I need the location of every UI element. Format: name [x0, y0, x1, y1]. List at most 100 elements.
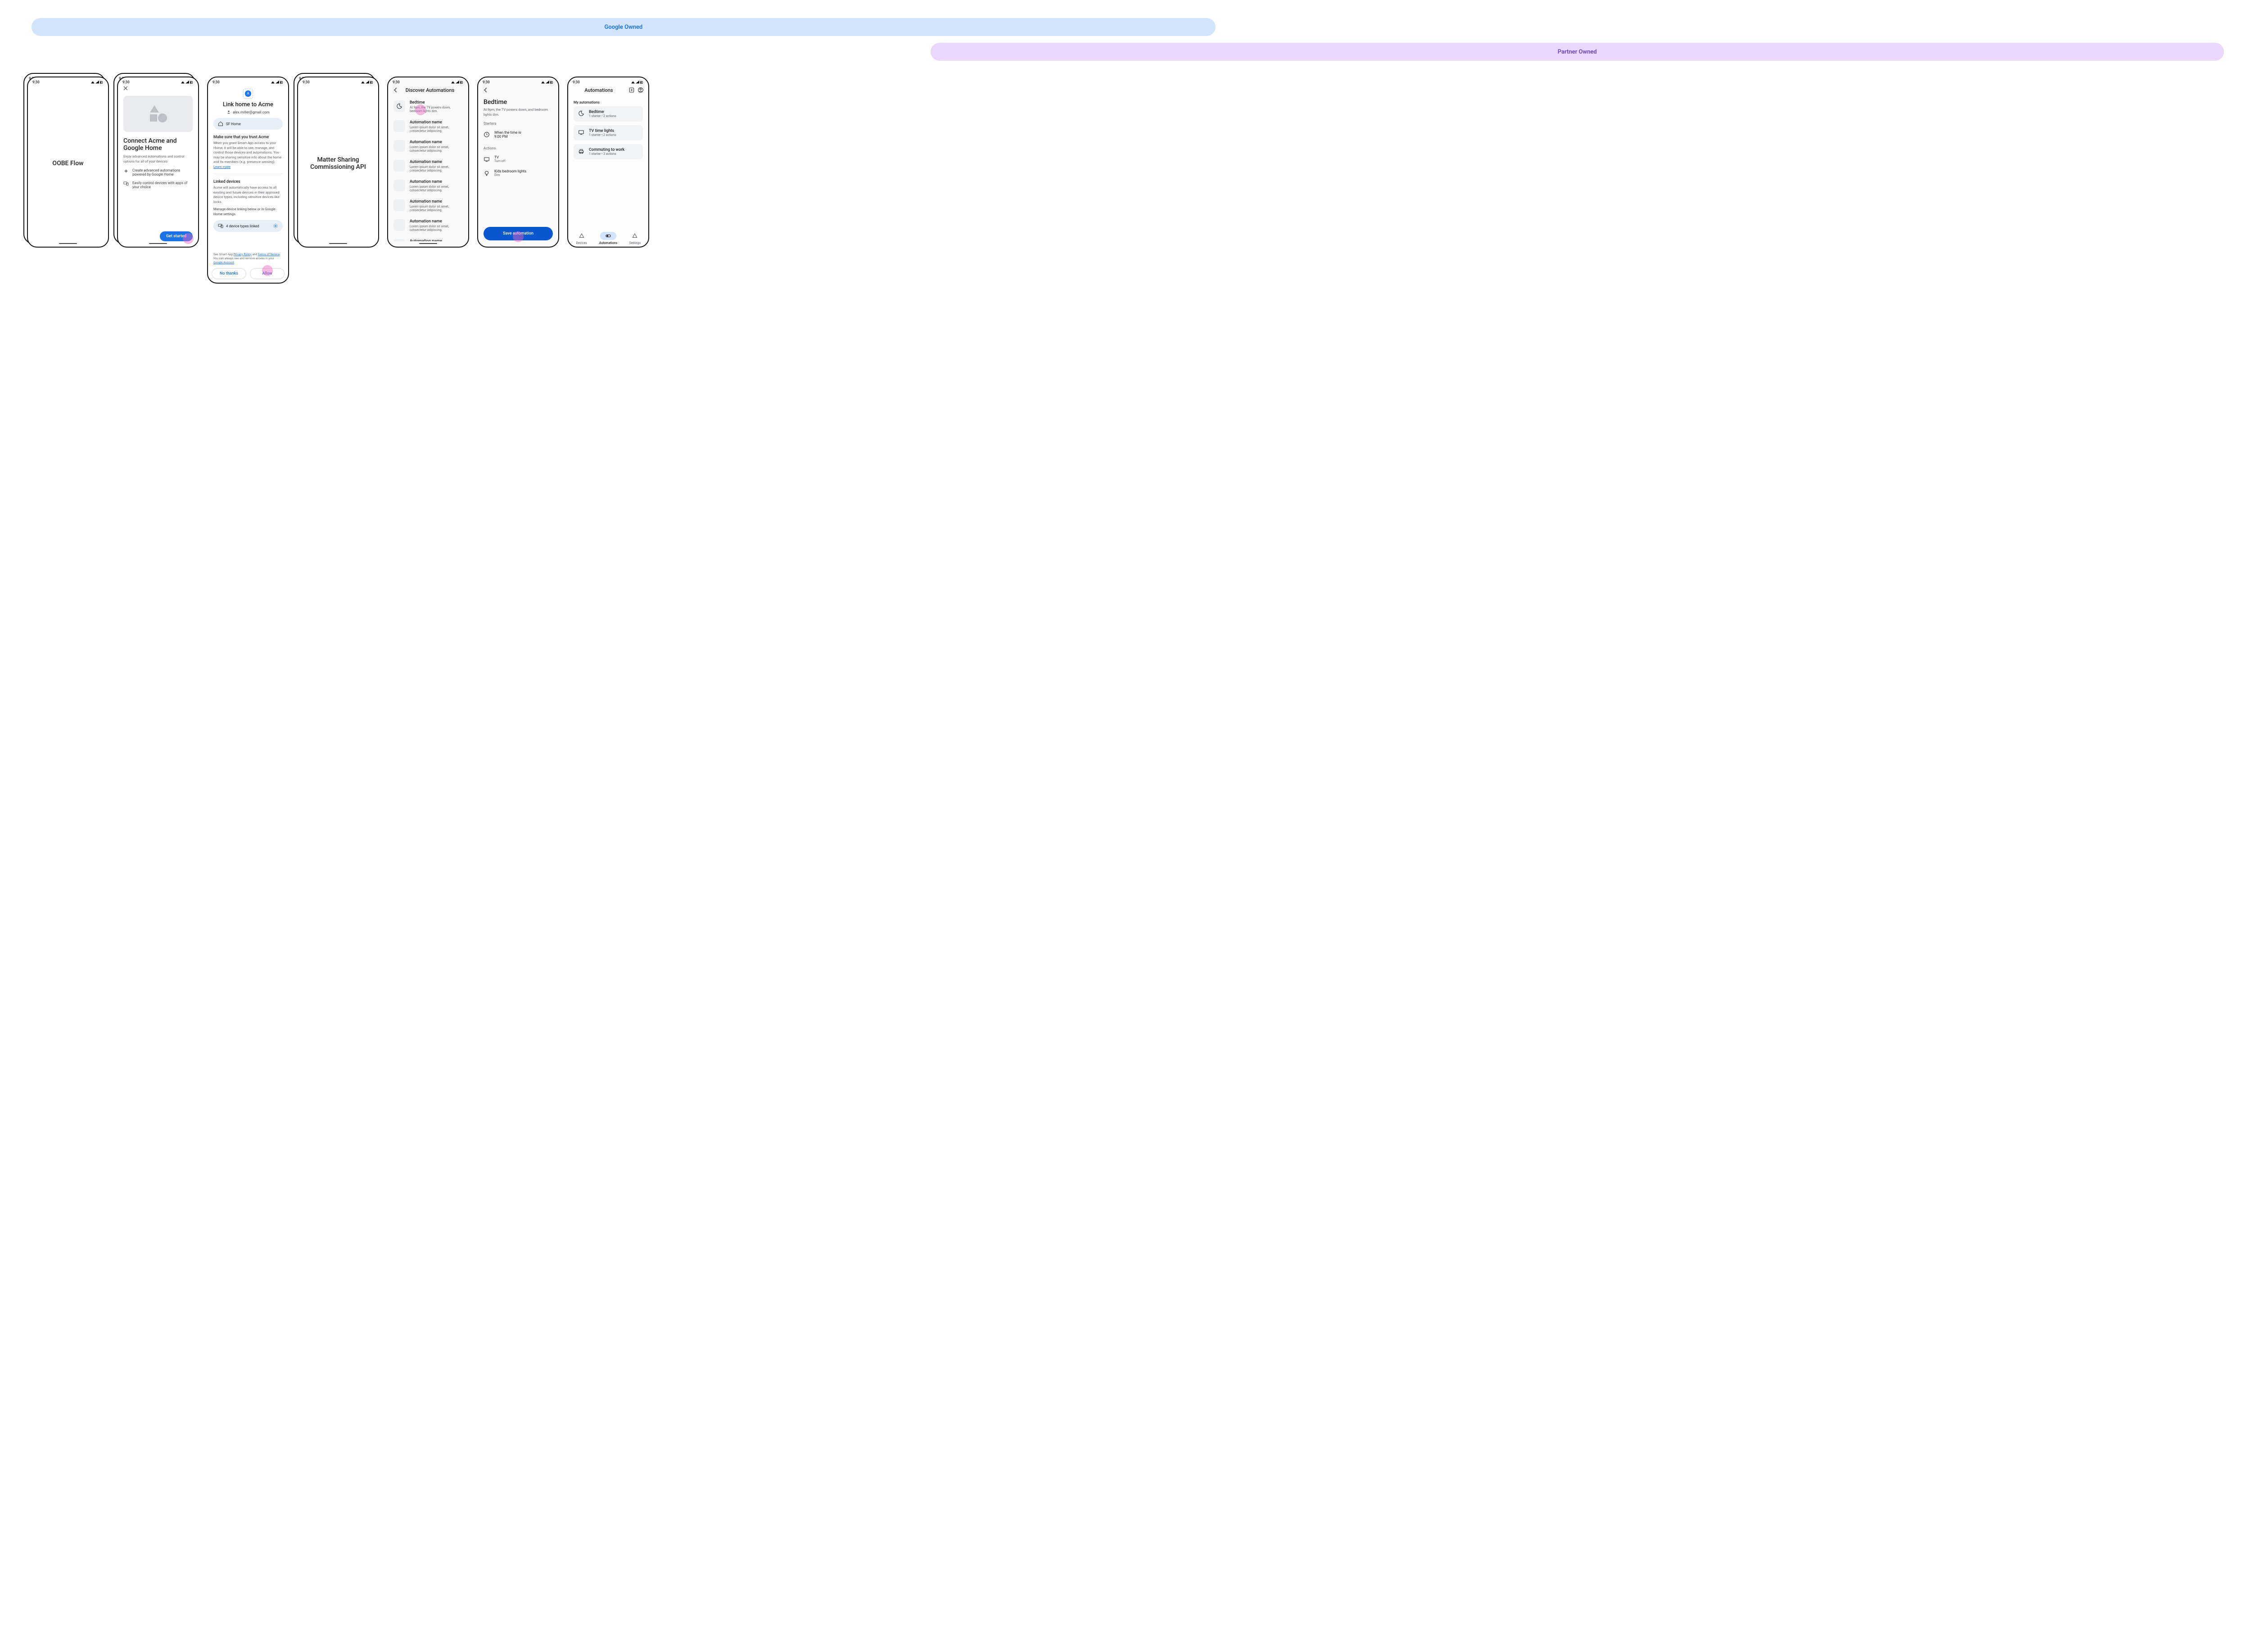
phone-link-home: 9:30 A Link home to Acme alex.miller@gma… [207, 77, 289, 284]
tap-indicator [415, 104, 426, 115]
status-time: 9:30 [393, 80, 400, 84]
status-time: 9:30 [303, 80, 310, 84]
automation-item[interactable]: Automation nameLorem ipsum dolor sit ame… [393, 216, 463, 235]
placeholder-icon [393, 239, 405, 241]
nav-handle [329, 243, 347, 244]
back-icon[interactable] [483, 87, 489, 93]
phone-discover: 9:30 Discover Automations BedtimeAt 9pm,… [387, 77, 469, 248]
status-time: 9:30 [483, 80, 490, 84]
no-thanks-button[interactable]: No thanks [212, 268, 246, 279]
google-account-link[interactable]: Google Account [213, 261, 234, 264]
my-automation-item[interactable]: Commuting to work1 starter • 3 actions [574, 144, 643, 159]
phone-automations-list: 9:30 Automations My automations Bedtime1… [567, 77, 649, 248]
linked-title: Linked devices [213, 180, 283, 184]
status-icons [361, 81, 374, 84]
tap-indicator [262, 265, 273, 276]
nav-handle [419, 243, 437, 244]
placeholder-icon [393, 180, 405, 191]
automation-item[interactable]: Automation nameLorem ipsum dolor sit ame… [393, 117, 463, 136]
tap-indicator [513, 231, 524, 242]
placeholder-icon [393, 140, 405, 152]
add-icon[interactable] [628, 87, 635, 93]
gear-icon[interactable] [273, 223, 278, 229]
starters-label: Starters [484, 122, 553, 126]
banner-partner-owned: Partner Owned [931, 43, 2224, 61]
status-time: 9:30 [122, 80, 130, 84]
oobe-title: OOBE Flow [33, 89, 103, 238]
home-selector[interactable]: SF Home [213, 118, 283, 130]
phone-stack-connect: 9:30 9:30 Connect Acme and Google Home E… [117, 77, 199, 248]
starter-time[interactable]: When the time is9:00 PM [484, 127, 553, 142]
automation-sub: At 9pm, the TV powers down, and bedroom … [484, 108, 553, 117]
placeholder-icon [393, 219, 405, 231]
my-automations-label: My automations [574, 100, 643, 104]
person-icon [226, 110, 231, 114]
tab-settings[interactable]: Settings [622, 232, 648, 245]
tos-link[interactable]: Terms of Service [258, 253, 280, 256]
phone-oobe: 9:30 OOBE Flow [27, 77, 109, 248]
tv-icon [578, 129, 584, 136]
devices-icon [218, 223, 223, 229]
clock-icon [484, 131, 490, 138]
account-row[interactable]: alex.miller@gmail.com [213, 110, 283, 114]
phone-matter: 9:30 Matter Sharing Commissioning API [297, 77, 379, 248]
heading: Link home to Acme [213, 101, 283, 108]
devices-icon [123, 181, 129, 186]
moon-icon [393, 100, 405, 112]
footnote: See Smart App Privacy Policy and Terms o… [213, 253, 283, 265]
home-icon [218, 121, 223, 126]
automation-item[interactable]: Automation nameLorem ipsum dolor sit ame… [393, 176, 463, 196]
close-icon[interactable] [123, 86, 128, 90]
matter-title: Matter Sharing Commissioning API [303, 89, 373, 238]
status-icons [631, 81, 644, 84]
status-time: 9:30 [573, 80, 580, 84]
my-automation-item[interactable]: TV time lights1 starter • 2 actions [574, 125, 643, 140]
status-time: 9:30 [32, 80, 40, 84]
account-icon[interactable] [637, 87, 644, 93]
nav-handle [149, 243, 167, 244]
heading: Connect Acme and Google Home [123, 137, 193, 152]
trust-body: When you grant Smart App access to your … [213, 141, 283, 169]
bullet-automations: Create advanced automations powered by G… [123, 168, 193, 176]
automation-item[interactable]: Automation nameLorem ipsum dolor sit ame… [393, 156, 463, 176]
automation-item[interactable]: Automation nameLorem ipsum dolor sit ame… [393, 136, 463, 156]
status-icons [451, 81, 464, 84]
status-icons [271, 81, 284, 84]
trust-title: Make sure that you trust Acme [213, 135, 283, 140]
bullet-control: Easily control devices with apps of your… [123, 181, 193, 189]
linked-devices-row[interactable]: 4 device types linked [213, 220, 283, 232]
sparkle-icon [123, 168, 129, 174]
app-logo: A [243, 89, 253, 99]
appbar-title: Discover Automations [396, 87, 464, 93]
phone-bedtime-detail: 9:30 Bedtime At 9pm, the TV powers down,… [477, 77, 559, 248]
phone-stack-oobe: 9:30 9:30 OOBE Flow [27, 77, 109, 248]
privacy-link[interactable]: Privacy Policy [234, 253, 252, 256]
bulb-icon [484, 170, 490, 176]
tab-devices[interactable]: Devices [568, 232, 595, 245]
phone-stack-matter: 9:30 9:30 Matter Sharing Commissioning A… [297, 77, 379, 248]
actions-label: Actions [484, 146, 553, 150]
car-icon [578, 148, 584, 155]
automation-item[interactable]: Automation nameLorem ipsum dolor sit ame… [393, 235, 463, 241]
automation-item[interactable]: Automation nameLorem ipsum dolor sit ame… [393, 196, 463, 216]
subheading: Enjoy advanced automations and control o… [123, 154, 193, 164]
tab-automations[interactable]: Automations [595, 232, 621, 245]
placeholder-icon [393, 199, 405, 211]
linked-body: Acme will automatically have access to a… [213, 185, 283, 204]
placeholder-icon [393, 160, 405, 172]
hero-image [123, 96, 193, 132]
appbar-title: Automations [573, 87, 625, 93]
triangle-icon [579, 233, 585, 239]
automation-item[interactable]: BedtimeAt 9pm, the TV powers down, bedro… [393, 97, 463, 117]
tv-icon [484, 156, 490, 162]
learn-more-link[interactable]: Learn more [213, 165, 231, 169]
action-tv[interactable]: TVTurn off [484, 152, 553, 166]
status-icons [91, 81, 104, 84]
placeholder-icon [393, 120, 405, 132]
action-lights[interactable]: Kids bedroom lightsDim [484, 166, 553, 180]
my-automation-item[interactable]: Bedtime1 starter • 2 actions [574, 106, 643, 122]
status-icons [181, 81, 194, 84]
phone-connect-acme: 9:30 Connect Acme and Google Home Enjoy … [117, 77, 199, 248]
toggle-icon [605, 233, 611, 239]
allow-button[interactable]: Allow [250, 268, 285, 279]
